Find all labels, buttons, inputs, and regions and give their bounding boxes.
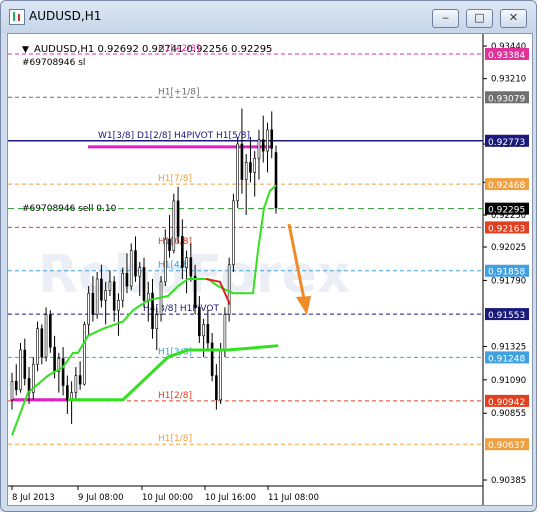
level-price-text: 0.91553	[488, 311, 525, 321]
candle-body	[210, 342, 214, 376]
level-label: H1[2/8]	[158, 391, 192, 401]
candle-body	[95, 278, 99, 315]
y-tick-label: 0.91790	[491, 276, 526, 286]
candle-body	[198, 307, 201, 337]
candle-body	[163, 238, 167, 283]
level-price-text: 0.90637	[488, 441, 525, 451]
candle-body	[155, 314, 159, 330]
order-sl-label: #69708946 sl	[22, 58, 85, 68]
candle-body	[19, 349, 22, 391]
candle-body	[53, 346, 56, 372]
level-label: H1[7/8]	[158, 174, 192, 184]
close-button[interactable]: ✕	[500, 9, 527, 28]
candle-body	[227, 264, 231, 315]
candle-body	[108, 281, 112, 291]
candle-body	[253, 157, 257, 173]
y-tick-label: 0.90855	[491, 409, 526, 419]
candle-body	[274, 152, 278, 209]
y-tick-label: 0.91325	[491, 342, 526, 352]
y-tick-label: 0.90385	[491, 476, 526, 486]
candle-body	[49, 314, 52, 348]
candle-body	[257, 139, 261, 159]
level-label: H1[1/8]	[158, 434, 192, 444]
candle-body	[219, 349, 222, 401]
x-tick-label: 8 Jul 2013	[12, 493, 55, 503]
candle-body	[14, 380, 18, 391]
maximize-button[interactable]: □	[466, 9, 493, 28]
level-price-text: 0.92468	[488, 181, 525, 191]
candle-body	[91, 292, 95, 315]
x-tick-label: 10 Jul 00:00	[142, 493, 193, 503]
title-bar[interactable]: AUDUSD,H1 ‒ □ ✕	[1, 1, 536, 33]
candle-body	[189, 257, 193, 277]
candle-body	[266, 129, 269, 152]
candle-body	[261, 139, 265, 152]
candle-body	[206, 324, 210, 344]
candle-body	[249, 162, 252, 173]
candle-body	[61, 358, 65, 386]
candle-body	[270, 129, 274, 149]
candle-body	[240, 143, 244, 180]
candle-body	[121, 272, 125, 301]
candle-body	[138, 267, 142, 277]
candle-body	[215, 375, 218, 401]
candle-body	[232, 200, 235, 266]
candle-body	[168, 238, 171, 251]
candle-body	[23, 349, 27, 379]
price-chart[interactable]: ▼ AUDUSD,H1 0.92692 0.92741 0.92256 0.92…	[8, 34, 532, 505]
x-tick-label: 9 Jul 08:00	[78, 493, 124, 503]
level-price-text: 0.92163	[488, 224, 525, 234]
candle-body	[100, 278, 103, 301]
current-price-text: 0.92295	[488, 206, 525, 216]
candle-body	[10, 380, 14, 401]
candle-body	[87, 292, 90, 325]
candle-body	[202, 324, 205, 337]
chart-app-icon	[9, 9, 25, 25]
level-price-text: 0.90942	[488, 398, 525, 408]
candle-body	[181, 236, 184, 268]
candle-body	[78, 375, 82, 385]
candle-body	[74, 375, 78, 393]
candle-body	[40, 328, 44, 358]
level-price-text: 0.93079	[488, 94, 525, 104]
y-tick-label: 0.92025	[491, 243, 526, 253]
minimize-button[interactable]: ‒	[432, 9, 459, 28]
candle-body	[142, 267, 146, 301]
level-price-text: 0.93384	[488, 51, 525, 61]
chart-info-line: AUDUSD,H1 0.92692 0.92741 0.92256 0.9229…	[34, 44, 272, 55]
level-price-text: 0.92773	[488, 138, 525, 148]
y-tick-label: 0.93210	[491, 75, 526, 85]
level-label: H1[+1/8]	[158, 87, 200, 97]
level-label: W1[3/8] D1[2/8] H4PIVOT H1[5/8]	[98, 131, 250, 141]
y-tick-label: 0.91090	[491, 376, 526, 386]
candle-body	[44, 314, 48, 358]
candle-body	[176, 200, 180, 237]
candle-body	[134, 250, 137, 277]
candle-body	[112, 281, 116, 311]
candle-body	[104, 290, 107, 301]
level-label: H1[+2/8]	[158, 44, 200, 54]
candle-body	[129, 250, 133, 287]
window-title: AUDUSD,H1	[29, 9, 102, 23]
candle-body	[244, 162, 248, 180]
candle-body	[83, 324, 86, 385]
candle-body	[125, 272, 129, 287]
level-price-text: 0.91858	[488, 268, 525, 278]
x-tick-label: 10 Jul 16:00	[205, 493, 256, 503]
chart-area[interactable]: ▼ AUDUSD,H1 0.92692 0.92741 0.92256 0.92…	[7, 33, 533, 506]
candle-body	[66, 385, 69, 401]
x-tick-label: 11 Jul 08:00	[268, 493, 319, 503]
candle-body	[223, 314, 227, 351]
chart-window: AUDUSD,H1 ‒ □ ✕ ▼ AUDUSD,H1 0.92692 0.92…	[0, 0, 537, 512]
forecast-arrowhead-icon	[296, 296, 311, 315]
candle-body	[36, 328, 39, 365]
candle-body	[236, 143, 239, 202]
candle-body	[172, 200, 176, 251]
candle-body	[117, 299, 120, 311]
level-price-text: 0.91248	[488, 354, 525, 364]
candle-body	[185, 257, 188, 268]
candle-body	[193, 275, 197, 308]
